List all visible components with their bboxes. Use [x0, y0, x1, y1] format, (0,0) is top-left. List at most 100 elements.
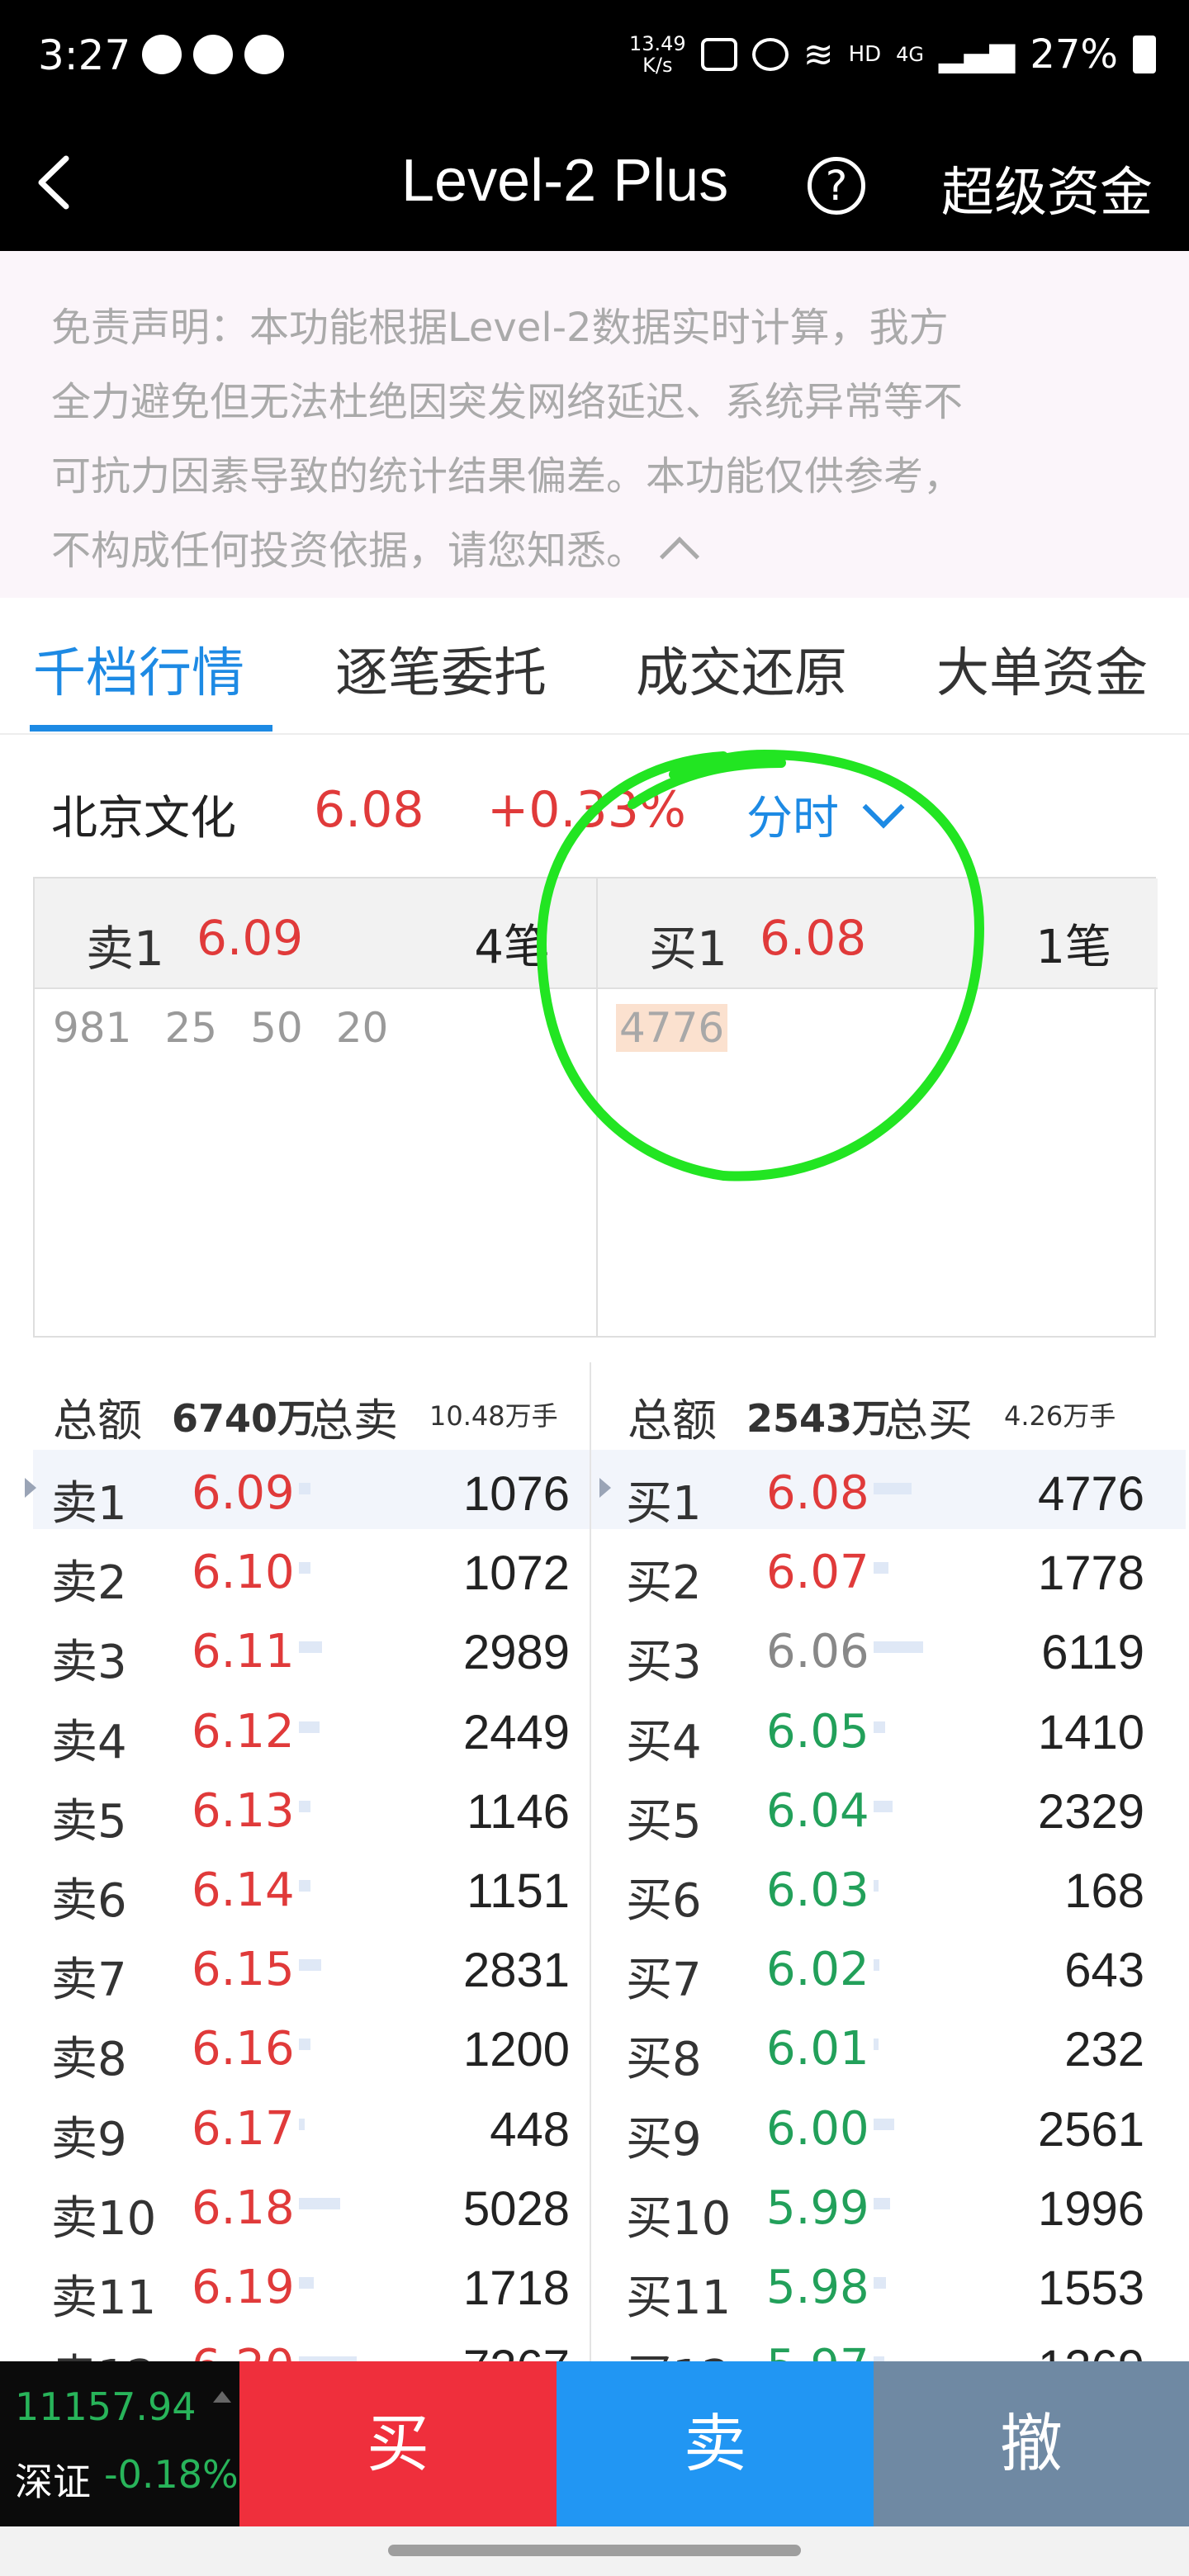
buy-level-price: 5.97: [766, 2340, 869, 2361]
sell-level-quantity: 2989: [462, 1626, 570, 1680]
sell-total-label: 总卖: [309, 1395, 398, 1447]
buy-level-price: 5.98: [766, 2260, 869, 2314]
buy-order-row[interactable]: 买4 6.05 1410: [608, 1688, 1186, 1769]
tab-thousand-level-quote[interactable]: 千档行情: [33, 631, 244, 707]
cancel-order-button[interactable]: 撤: [874, 2361, 1189, 2526]
help-icon[interactable]: ?: [808, 157, 865, 215]
back-arrow-icon[interactable]: [31, 154, 81, 211]
sell-order-row[interactable]: 卖6 6.14 1151: [33, 1847, 611, 1928]
buy-order-row[interactable]: 买8 6.01 232: [608, 2005, 1186, 2086]
data-transfer-icon: [700, 38, 737, 71]
buy-level-price: 6.06: [766, 1625, 869, 1679]
buy-volume-bar: [874, 2118, 895, 2130]
sell1-volume: 20: [335, 1004, 389, 1052]
sell-level-price: 6.17: [192, 2101, 295, 2156]
buy-order-row[interactable]: 买1 6.08 4776: [599, 1450, 1186, 1531]
sell-order-row[interactable]: 卖4 6.12 2449: [33, 1688, 611, 1769]
buy-order-row[interactable]: 买2 6.07 1778: [608, 1529, 1186, 1610]
sell-summary: 总额 6740万 总卖 10.48万手: [33, 1362, 611, 1447]
home-gesture-handle[interactable]: [388, 2545, 801, 2556]
buy-button[interactable]: 买: [239, 2361, 557, 2526]
sell-level-label: 卖6: [51, 1873, 127, 1928]
buy-volume-bar: [874, 1721, 885, 1733]
disclaimer-line: 免责声明：本功能根据Level-2数据实时计算，我方: [51, 305, 949, 351]
sell-level-quantity: 2449: [462, 1705, 570, 1759]
sell-volume-bar: [299, 2118, 305, 2130]
status-right: 13.49 K/s ≋ HD 4G ▂▄▆ 27%: [629, 31, 1156, 78]
tab-trade-restore[interactable]: 成交还原: [636, 631, 847, 707]
network-type: 4G: [896, 43, 925, 66]
sell-side: 总额 6740万 总卖 10.48万手 卖1 6.09 1076 卖2 6.10 1072…: [25, 1362, 611, 2361]
wechat-icon: [193, 35, 233, 74]
battery-icon: [1133, 36, 1156, 73]
index-change: -0.18%: [104, 2452, 239, 2497]
sell-order-row[interactable]: 卖1 6.09 1076: [25, 1450, 611, 1531]
sell-level-quantity: 1718: [462, 2261, 570, 2315]
buy-level-quantity: 2329: [1037, 1784, 1144, 1839]
collapse-caret-icon[interactable]: [659, 536, 700, 577]
buy-order-row[interactable]: 买11 5.98 1553: [608, 2244, 1186, 2325]
sell-button[interactable]: 卖: [557, 2361, 874, 2526]
sell-level-price: 6.15: [192, 1943, 295, 1997]
sell-level-label: 卖4: [51, 1715, 127, 1769]
sell-order-row[interactable]: 卖2 6.10 1072: [33, 1529, 611, 1610]
index-ticker[interactable]: 11157.94 深证 -0.18%: [0, 2361, 239, 2526]
sell-level-quantity: 1076: [462, 1467, 570, 1521]
disclaimer-line: 可抗力因素导致的统计结果偏差。本功能仅供参考，: [51, 453, 964, 500]
buy-volume-bar: [874, 2276, 887, 2289]
sell-order-row[interactable]: 卖9 6.17 448: [33, 2086, 611, 2166]
buy-level-quantity: 6119: [1041, 1626, 1144, 1680]
buy-order-row[interactable]: 买3 6.06 6119: [608, 1608, 1186, 1689]
sell1-header: 卖1 6.09 4笔: [35, 878, 596, 989]
sell-volume-bar: [299, 1562, 310, 1574]
buy-order-row[interactable]: 买9 6.00 2561: [608, 2086, 1186, 2166]
buy-volume-bar: [874, 1483, 912, 1494]
sell-level-label: 卖12: [51, 2340, 156, 2361]
sell-level-price: 6.19: [192, 2260, 295, 2314]
sell-volume-bar: [299, 1721, 320, 1733]
sell-level-label: 卖10: [51, 2191, 157, 2246]
buy-volume-bar: [874, 1879, 879, 1892]
buy-order-row[interactable]: 买5 6.04 2329: [608, 1768, 1186, 1849]
sell-level-price: 6.12: [192, 1704, 295, 1759]
buy-level-label: 买4: [626, 1715, 702, 1769]
sell1-volume: 981: [53, 1004, 132, 1052]
sell-order-row[interactable]: 卖10 6.18 5028: [33, 2165, 611, 2246]
sell-volume-bar: [299, 2276, 314, 2289]
tab-order-by-order[interactable]: 逐笔委托: [335, 631, 547, 707]
sell-order-row[interactable]: 卖3 6.11 2989: [33, 1608, 611, 1689]
battery-percent: 27%: [1030, 31, 1118, 78]
status-time: 3:27: [38, 31, 131, 79]
sell-level-price: 6.18: [192, 2181, 295, 2235]
sell-order-row[interactable]: 卖7 6.15 2831: [33, 1926, 611, 2007]
sell-amount: 6740万: [172, 1396, 316, 1441]
sell1-volume: 50: [250, 1004, 303, 1052]
sell-level-price: 6.10: [192, 1546, 295, 1600]
sell-order-row[interactable]: 卖11 6.19 1718: [33, 2244, 611, 2325]
annotation-circle: [536, 749, 985, 1181]
buy-order-row[interactable]: 买6 6.03 168: [608, 1847, 1186, 1928]
sell-level-label: 卖1: [51, 1477, 127, 1531]
alarm-icon: [751, 38, 789, 71]
disclaimer-line-last: 不构成任何投资依据，请您知悉。: [51, 514, 1139, 588]
stock-name: 北京文化: [51, 792, 236, 845]
wifi-icon: ≋: [803, 33, 834, 76]
buy-level-label: 买3: [626, 1636, 702, 1690]
sell-order-row[interactable]: 卖8 6.16 1200: [33, 2005, 611, 2086]
sell-level-label: 卖5: [51, 1794, 127, 1849]
buy-order-row[interactable]: 买7 6.02 643: [608, 1926, 1186, 2007]
buy-volume-bar: [874, 1959, 879, 1972]
buy-amount-label: 总额: [628, 1395, 717, 1447]
sell-level-price: 6.11: [192, 1625, 295, 1679]
super-fund-button[interactable]: 超级资金: [941, 150, 1153, 226]
sell-order-row[interactable]: 卖12 6.20 7267: [33, 2323, 611, 2361]
disclaimer-line: 全力避免但无法杜绝因突发网络延迟、系统异常等不: [51, 379, 964, 425]
buy-summary: 总额 2543万 总买 4.26万手: [608, 1362, 1186, 1447]
tab-large-order-fund[interactable]: 大单资金: [936, 631, 1148, 707]
buy-order-row[interactable]: 买10 5.99 1996: [608, 2165, 1186, 2246]
sell-total: 10.48万手: [429, 1400, 558, 1432]
sell-order-row[interactable]: 卖5 6.13 1146: [33, 1768, 611, 1849]
sell1-panel: 卖1 6.09 4笔 981 25 50 20: [35, 878, 596, 1336]
title-bar: Level-2 Plus ? 超级资金: [0, 116, 1189, 251]
buy-order-row[interactable]: 买12 5.97 1269: [608, 2323, 1186, 2361]
